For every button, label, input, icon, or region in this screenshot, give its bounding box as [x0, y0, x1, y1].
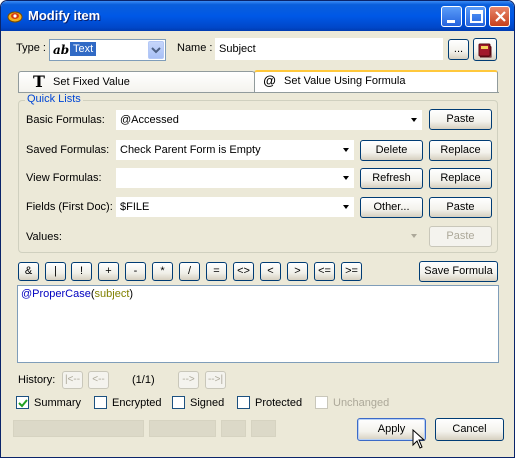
encrypted-checkbox[interactable]: [94, 396, 107, 409]
replace-saved-button[interactable]: Replace: [429, 140, 492, 161]
replace-view-button[interactable]: Replace: [429, 168, 492, 189]
close-button[interactable]: [489, 6, 510, 27]
mouse-cursor-icon: [412, 429, 426, 449]
operator-ampersand-button[interactable]: &: [18, 262, 39, 281]
modify-item-dialog: Modify item Type : ab Text Name : Subjec…: [0, 0, 515, 458]
minimize-button[interactable]: [441, 6, 462, 27]
fields-select[interactable]: $FILE: [116, 197, 354, 217]
view-formulas-label: View Formulas:: [26, 172, 102, 184]
history-last-button[interactable]: -->|: [205, 371, 226, 389]
operator-minus-button[interactable]: -: [125, 262, 146, 281]
status-panel-3: [221, 420, 246, 437]
unchanged-checkbox[interactable]: [315, 396, 328, 409]
operator-less-than-button[interactable]: <: [260, 262, 281, 281]
operator-not-equal-button[interactable]: <>: [233, 262, 254, 281]
formula-editor[interactable]: @ProperCase(subject): [17, 285, 499, 363]
quick-lists-title: Quick Lists: [25, 93, 83, 105]
paste-field-button[interactable]: Paste: [429, 197, 492, 218]
operator-less-equal-button[interactable]: <=: [314, 262, 335, 281]
tab-divider: [18, 92, 499, 93]
operator-divide-button[interactable]: /: [179, 262, 200, 281]
title-bar[interactable]: Modify item: [1, 1, 514, 31]
view-formulas-select[interactable]: [116, 168, 354, 188]
tab-label: Set Value Using Formula: [284, 75, 406, 87]
text-type-icon: ab: [53, 43, 70, 57]
app-icon: [7, 8, 23, 24]
type-select[interactable]: ab Text: [49, 39, 166, 61]
name-value: Subject: [219, 43, 256, 55]
summary-checkbox[interactable]: [16, 396, 29, 409]
browse-button[interactable]: ...: [448, 39, 469, 60]
refresh-button[interactable]: Refresh: [360, 168, 423, 189]
operator-not-button[interactable]: !: [71, 262, 92, 281]
fields-label: Fields (First Doc):: [26, 201, 113, 213]
formula-function: @ProperCase: [21, 288, 91, 300]
history-next-button[interactable]: -->: [178, 371, 199, 389]
encrypted-label: Encrypted: [112, 397, 162, 409]
tab-label: Set Fixed Value: [53, 76, 130, 88]
chevron-down-icon: [343, 205, 349, 209]
operator-plus-button[interactable]: +: [98, 262, 119, 281]
operator-greater-than-button[interactable]: >: [287, 262, 308, 281]
formula-close-paren: ): [129, 288, 134, 300]
chevron-down-icon: [343, 148, 349, 152]
values-label: Values:: [26, 231, 62, 243]
protected-checkbox[interactable]: [237, 396, 250, 409]
status-panel-2: [149, 420, 216, 437]
fields-value: $FILE: [120, 201, 150, 213]
tab-set-value-using-formula[interactable]: @ Set Value Using Formula: [254, 70, 498, 93]
checkmark-icon: [18, 399, 28, 408]
saved-formulas-label: Saved Formulas:: [26, 144, 110, 156]
operator-pipe-button[interactable]: |: [45, 262, 66, 281]
paste-value-button[interactable]: Paste: [429, 226, 492, 247]
saved-formulas-value: Check Parent Form is Empty: [120, 144, 261, 156]
chevron-down-icon: [343, 176, 349, 180]
maximize-button[interactable]: [465, 6, 486, 27]
paste-basic-button[interactable]: Paste: [429, 109, 492, 130]
window-title: Modify item: [28, 8, 101, 23]
operator-multiply-button[interactable]: *: [152, 262, 173, 281]
chevron-down-icon: [411, 118, 417, 122]
save-formula-button[interactable]: Save Formula: [419, 261, 498, 282]
status-panel-4: [251, 420, 276, 437]
text-t-icon: T: [33, 72, 45, 91]
status-panel-1: [13, 420, 144, 437]
cancel-button[interactable]: Cancel: [435, 418, 504, 441]
type-label: Type :: [16, 42, 46, 54]
tab-set-fixed-value[interactable]: T Set Fixed Value: [18, 71, 255, 92]
history-position: (1/1): [132, 374, 155, 386]
signed-label: Signed: [190, 397, 225, 409]
history-label: History:: [18, 374, 56, 386]
history-first-button[interactable]: |<--: [62, 371, 83, 389]
other-button[interactable]: Other...: [360, 197, 423, 218]
signed-checkbox[interactable]: [172, 396, 185, 409]
basic-formulas-value: @Accessed: [120, 114, 179, 126]
unchanged-label: Unchanged: [333, 397, 390, 409]
summary-label: Summary: [34, 397, 82, 409]
protected-label: Protected: [255, 397, 303, 409]
name-field[interactable]: Subject: [215, 38, 443, 60]
name-label: Name :: [177, 42, 213, 54]
history-prev-button[interactable]: <--: [88, 371, 109, 389]
operator-equals-button[interactable]: =: [206, 262, 227, 281]
formula-argument: subject: [94, 288, 130, 300]
book-button[interactable]: [473, 38, 497, 61]
delete-button[interactable]: Delete: [360, 140, 423, 161]
values-select[interactable]: [116, 226, 422, 246]
basic-formulas-label: Basic Formulas:: [26, 114, 105, 126]
saved-formulas-select[interactable]: Check Parent Form is Empty: [116, 140, 354, 160]
chevron-down-icon[interactable]: [148, 41, 164, 59]
at-sign-icon: @: [263, 73, 276, 88]
operator-greater-equal-button[interactable]: >=: [341, 262, 362, 281]
type-value: Text: [70, 42, 97, 56]
chevron-down-icon: [411, 234, 417, 238]
book-icon: [478, 43, 492, 58]
basic-formulas-select[interactable]: @Accessed: [116, 110, 422, 130]
